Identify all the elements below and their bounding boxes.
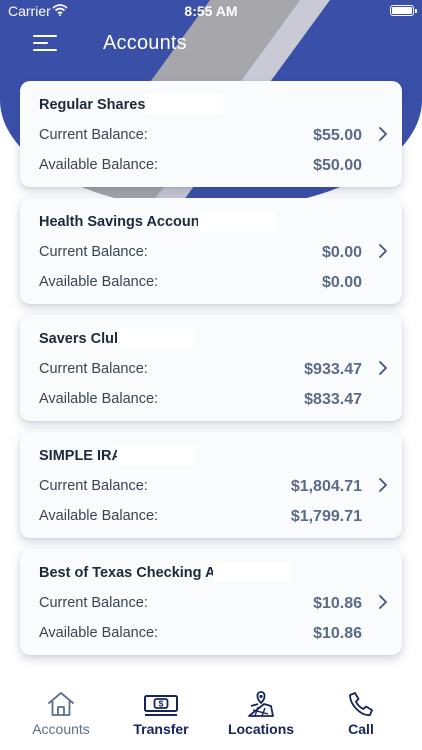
account-name: Regular Shares ( (39, 97, 155, 113)
current-balance-value: $10.86 (313, 595, 362, 612)
account-name: Savers Club (39, 331, 123, 347)
redacted-account-number (198, 211, 276, 231)
redacted-account-number (117, 445, 195, 465)
available-balance-label: Available Balance: (39, 508, 159, 524)
tab-label: Accounts (32, 721, 90, 737)
tab-label: Locations (227, 721, 295, 737)
account-card[interactable]: SIMPLE IRA Current Balance: $1,804.71 Av… (20, 432, 402, 538)
current-balance-value: $1,804.71 (290, 478, 362, 495)
current-balance-label: Current Balance: (39, 361, 148, 377)
available-balance-value: $10.86 (313, 625, 362, 642)
redacted-account-number (213, 562, 291, 582)
redacted-account-number (117, 328, 195, 348)
redacted-account-number (145, 94, 223, 114)
menu-icon[interactable] (33, 34, 59, 54)
available-balance-value: $1,799.71 (290, 508, 362, 525)
current-balance-label: Current Balance: (39, 127, 148, 143)
available-balance-label: Available Balance: (39, 274, 159, 290)
available-balance-label: Available Balance: (39, 157, 159, 173)
account-card[interactable]: Savers Club Current Balance: $933.47 Ava… (20, 315, 402, 421)
clock: 8:55 AM (184, 3, 238, 19)
account-card[interactable]: Health Savings Account Current Balance: … (20, 198, 402, 304)
current-balance-label: Current Balance: (39, 595, 148, 611)
svg-text:$: $ (159, 699, 164, 709)
phone-icon (349, 692, 373, 716)
available-balance-value: $50.00 (313, 157, 362, 174)
account-card[interactable]: Regular Shares ( Current Balance: $55.00… (20, 81, 402, 187)
current-balance-label: Current Balance: (39, 244, 148, 260)
available-balance-label: Available Balance: (39, 391, 159, 407)
current-balance-value: $933.47 (304, 361, 362, 378)
chevron-right-icon (379, 127, 387, 141)
chevron-right-icon (379, 244, 387, 258)
accounts-list: Regular Shares ( Current Balance: $55.00… (20, 81, 402, 666)
status-bar: Carrier 8:55 AM (0, 0, 422, 22)
current-balance-label: Current Balance: (39, 478, 148, 494)
current-balance-value: $55.00 (313, 127, 362, 144)
chevron-right-icon (379, 361, 387, 375)
transfer-money-icon: $ (144, 695, 178, 716)
tab-locations[interactable]: Locations (211, 690, 311, 746)
current-balance-value: $0.00 (321, 244, 362, 261)
tab-label: Transfer (133, 721, 189, 737)
available-balance-value: $833.47 (304, 391, 362, 408)
account-name: Health Savings Account (39, 214, 205, 230)
tab-call[interactable]: Call (311, 690, 411, 746)
battery-icon (390, 5, 417, 16)
map-pin-icon (248, 691, 274, 717)
tab-accounts[interactable]: Accounts (11, 690, 111, 746)
tab-bar: Accounts $ Transfer Locations Call (0, 690, 422, 750)
account-name: Best of Texas Checking Ac (39, 565, 224, 581)
available-balance-value: $0.00 (321, 274, 362, 291)
app-header: Accounts (0, 28, 422, 62)
tab-transfer[interactable]: $ Transfer (111, 690, 211, 746)
chevron-right-icon (379, 595, 387, 609)
available-balance-label: Available Balance: (39, 625, 159, 641)
account-name: SIMPLE IRA (39, 448, 122, 464)
page-title: Accounts (103, 32, 187, 54)
home-icon (48, 692, 74, 716)
tab-label: Call (348, 721, 374, 737)
account-card[interactable]: Best of Texas Checking Ac Current Balanc… (20, 549, 402, 655)
chevron-right-icon (379, 478, 387, 492)
